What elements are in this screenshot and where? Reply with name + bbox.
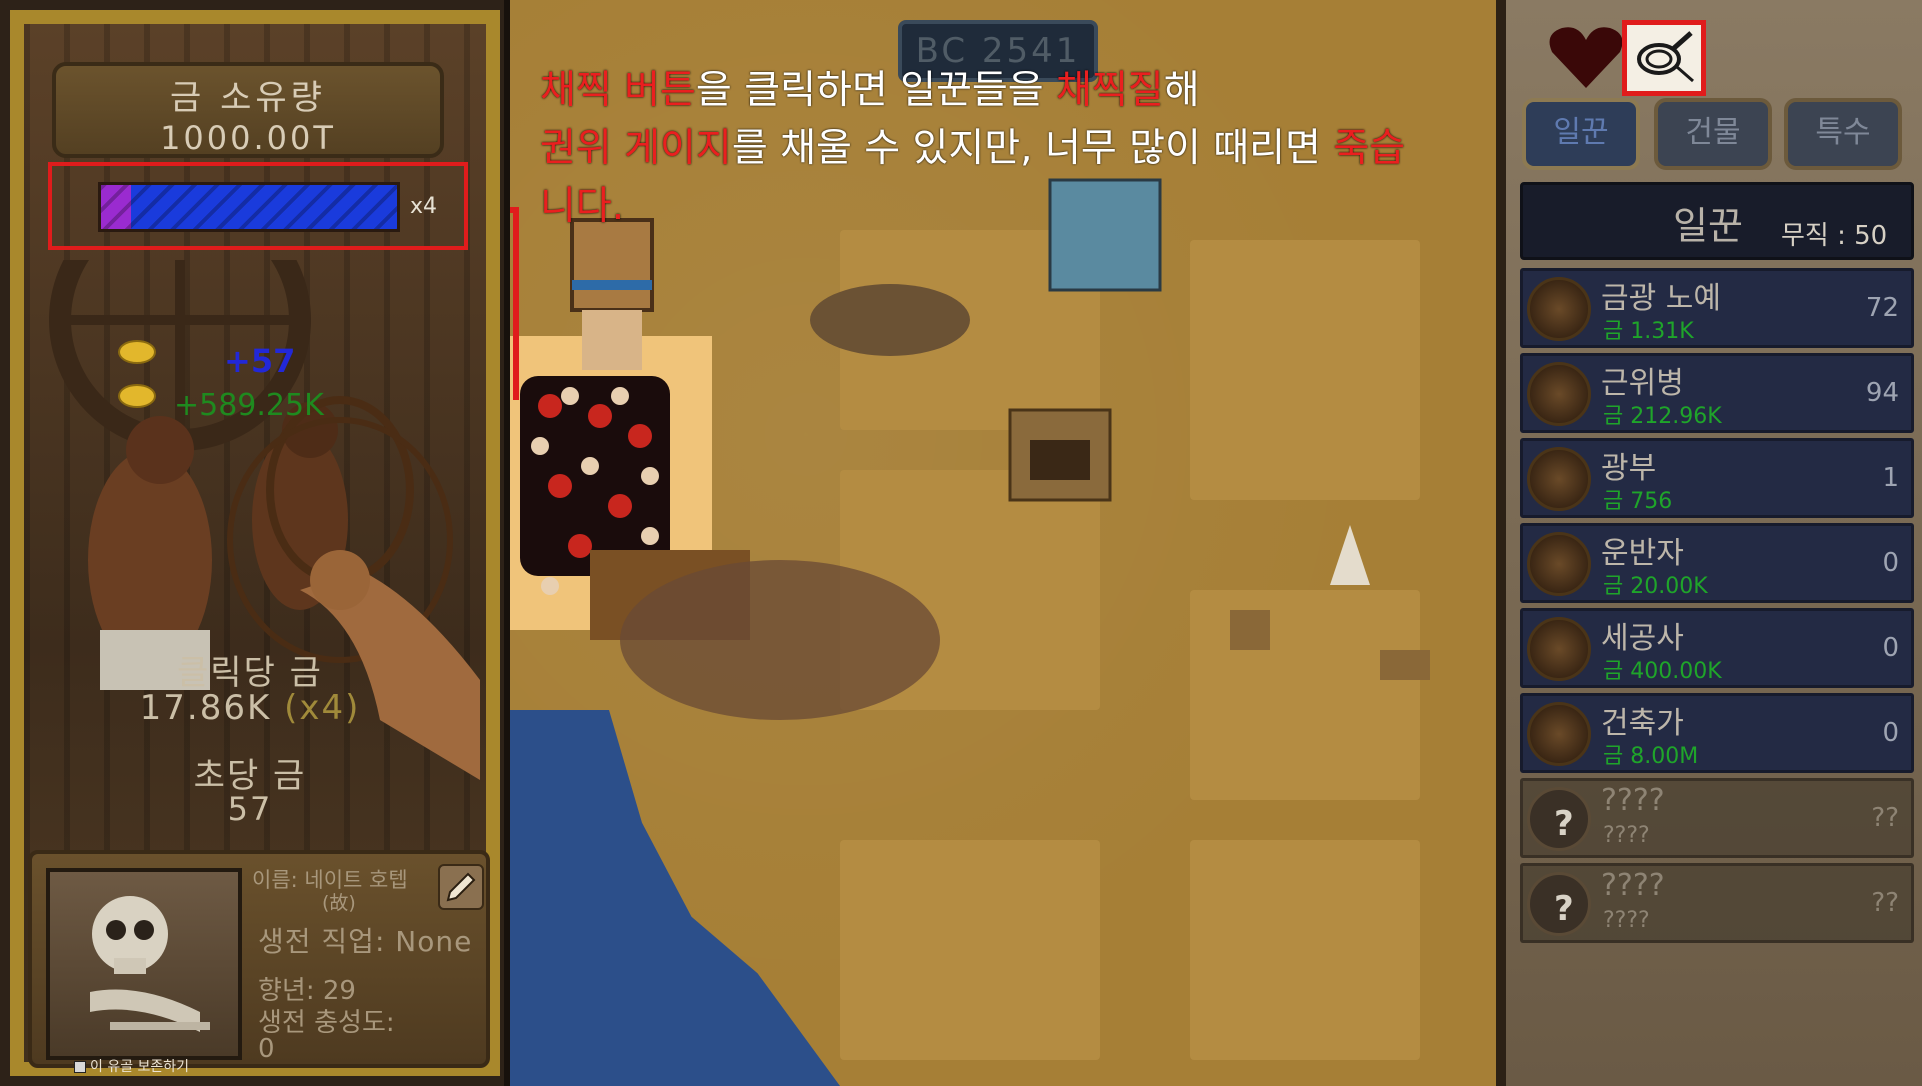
pickaxe-icon bbox=[1527, 277, 1591, 341]
worker-row-architect[interactable]: 건축가 금 8.00M 0 bbox=[1520, 693, 1914, 773]
worker-count: 94 bbox=[1865, 378, 1899, 408]
worker-cost: ???? bbox=[1603, 823, 1650, 848]
tutorial-segment: 를 채울 수 있지만, 너무 많이 때리면 bbox=[731, 126, 1334, 171]
relic-card: 이 유골 보존하기 이름: 네이트 호텝 (故) 생전 직업: None 향년:… bbox=[28, 850, 490, 1075]
worker-list: 금광 노예 금 1.31K 72 근위병 금 212.96K 94 광부 금 7… bbox=[1520, 268, 1914, 948]
left-panel: 금 소유량 1000.00T x4 +57 +589.25K 클릭당 금 17.… bbox=[0, 0, 510, 1086]
heart-icon[interactable] bbox=[1546, 22, 1626, 92]
question-icon: ? bbox=[1527, 872, 1591, 936]
game-map[interactable]: BC 2541 채찍 버튼을 클릭하면 일꾼들을 채찍질해 권위 게이지를 채울… bbox=[510, 0, 1496, 1086]
tab-buildings[interactable]: 건물 bbox=[1654, 98, 1772, 170]
authority-gauge-multiplier: x4 bbox=[410, 194, 438, 219]
keep-relic-label: 이 유골 보존하기 bbox=[90, 1059, 190, 1075]
gold-gain-text: +589.25K bbox=[174, 388, 324, 423]
tutorial-segment: 채찍 버튼 bbox=[540, 68, 696, 113]
whip-button[interactable] bbox=[1622, 20, 1706, 96]
skull-icon bbox=[90, 896, 210, 1032]
tutorial-segment: 채찍질 bbox=[1056, 68, 1164, 113]
worker-name: 운반자 bbox=[1601, 536, 1684, 571]
worker-cost: 금 400.00K bbox=[1603, 659, 1722, 684]
whip-icon bbox=[1637, 31, 1694, 83]
worker-name: ???? bbox=[1601, 783, 1665, 818]
keep-relic-checkbox[interactable]: 이 유골 보존하기 bbox=[74, 1056, 189, 1076]
gold-bars-icon bbox=[1527, 617, 1591, 681]
gold-per-second-value: 57 bbox=[227, 790, 273, 828]
tutorial-segment: 을 클릭하면 일꾼들을 bbox=[695, 68, 1057, 113]
worker-count: 0 bbox=[1882, 718, 1899, 748]
tutorial-line-1: 채찍 버튼을 클릭하면 일꾼들을 채찍질해 bbox=[540, 62, 1440, 120]
relic-job: 생전 직업: None bbox=[258, 925, 473, 958]
gold-holdings-value: 1000.00T bbox=[160, 119, 336, 157]
worker-name: 근위병 bbox=[1601, 366, 1684, 401]
workers-header: 일꾼 무직 : 50 bbox=[1520, 182, 1914, 260]
worker-row-locked: ? ???? ???? ?? bbox=[1520, 863, 1914, 943]
gold-per-click-multiplier: (x4) bbox=[284, 688, 361, 728]
blueprint-icon bbox=[1527, 702, 1591, 766]
right-panel: 일꾼 건물 특수 일꾼 무직 : 50 금광 노예 금 1.31K 72 근위병… bbox=[1496, 0, 1922, 1086]
worker-name: ???? bbox=[1601, 868, 1665, 903]
gold-per-click-value: 17.86K (x4) bbox=[0, 688, 500, 728]
tab-workers[interactable]: 일꾼 bbox=[1522, 98, 1640, 170]
relic-loyalty-value: 0 bbox=[258, 1034, 275, 1064]
spear-icon bbox=[1527, 362, 1591, 426]
workers-gain-text: +57 bbox=[224, 342, 296, 380]
worker-name: 건축가 bbox=[1601, 706, 1684, 741]
worker-count: 0 bbox=[1882, 633, 1899, 663]
unemployed-count: 무직 : 50 bbox=[1781, 221, 1888, 251]
gold-coins-icon bbox=[118, 340, 156, 412]
cart-icon bbox=[1527, 447, 1591, 511]
relic-name-suffix: (故) bbox=[322, 892, 356, 914]
worker-count: 1 bbox=[1882, 463, 1899, 493]
worker-row-locked: ? ???? ???? ?? bbox=[1520, 778, 1914, 858]
worker-row-carrier[interactable]: 운반자 금 20.00K 0 bbox=[1520, 523, 1914, 603]
worker-count: 72 bbox=[1865, 293, 1899, 323]
worker-row-miner[interactable]: 광부 금 756 1 bbox=[1520, 438, 1914, 518]
tutorial-line-2: 권위 게이지를 채울 수 있지만, 너무 많이 때리면 죽습니다. bbox=[540, 120, 1440, 236]
worker-count: ?? bbox=[1871, 888, 1899, 918]
authority-gauge bbox=[98, 182, 400, 232]
tutorial-message: 채찍 버튼을 클릭하면 일꾼들을 채찍질해 권위 게이지를 채울 수 있지만, … bbox=[540, 62, 1440, 236]
workers-title: 일꾼 bbox=[1673, 204, 1743, 248]
pencil-icon bbox=[446, 872, 476, 902]
worker-count: ?? bbox=[1871, 803, 1899, 833]
authority-gauge-pattern bbox=[101, 185, 397, 229]
worker-cost: ???? bbox=[1603, 908, 1650, 933]
gold-holdings-title: 금 소유량 bbox=[170, 78, 326, 118]
worker-cost: 금 756 bbox=[1603, 489, 1673, 514]
gold-per-click-amount: 17.86K bbox=[139, 688, 272, 728]
tab-special[interactable]: 특수 bbox=[1784, 98, 1902, 170]
worker-cost: 금 8.00M bbox=[1603, 744, 1699, 769]
worker-name: 세공사 bbox=[1601, 621, 1684, 656]
worker-row-gold-mine-slave[interactable]: 금광 노예 금 1.31K 72 bbox=[1520, 268, 1914, 348]
worker-count: 0 bbox=[1882, 548, 1899, 578]
tutorial-segment: 해 bbox=[1163, 68, 1200, 113]
gold-per-click-label: 클릭당 금 bbox=[177, 653, 323, 693]
worker-row-royal-guard[interactable]: 근위병 금 212.96K 94 bbox=[1520, 353, 1914, 433]
question-icon: ? bbox=[1527, 787, 1591, 851]
worker-cost: 금 1.31K bbox=[1603, 319, 1694, 344]
tutorial-segment: 권위 게이지 bbox=[540, 126, 732, 171]
crate-icon bbox=[1527, 532, 1591, 596]
worker-cost: 금 20.00K bbox=[1603, 574, 1708, 599]
worker-cost: 금 212.96K bbox=[1603, 404, 1722, 429]
relic-loyalty-label: 생전 충성도: bbox=[258, 1008, 395, 1038]
worker-name: 금광 노예 bbox=[1601, 281, 1721, 316]
edit-name-button[interactable] bbox=[438, 864, 484, 910]
gold-holdings-box: 금 소유량 1000.00T bbox=[52, 62, 444, 158]
skeleton-portrait: 이 유골 보존하기 bbox=[46, 868, 242, 1075]
worker-row-artisan[interactable]: 세공사 금 400.00K 0 bbox=[1520, 608, 1914, 688]
tutorial-arrow bbox=[510, 207, 519, 400]
worker-name: 광부 bbox=[1601, 451, 1657, 486]
